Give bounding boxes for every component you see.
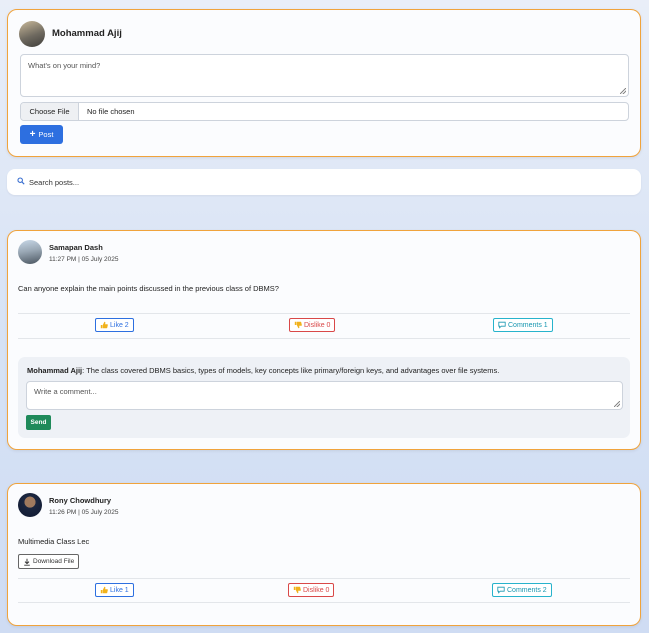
- post-timestamp: 11:26 PM | 05 July 2025: [49, 509, 119, 516]
- resize-handle-icon[interactable]: [614, 401, 620, 407]
- comment: Mohammad Ajij: The class covered DBMS ba…: [27, 366, 499, 375]
- divider: [18, 338, 630, 339]
- post-composer: Mohammad Ajij What's on your mind? Choos…: [7, 9, 641, 157]
- comments-section: Mohammad Ajij: The class covered DBMS ba…: [18, 357, 630, 438]
- comments-count-label: Comments 1: [508, 321, 548, 329]
- plus-icon: +: [29, 128, 36, 140]
- author-avatar: [18, 240, 42, 264]
- download-file-button[interactable]: Download File: [18, 554, 80, 569]
- divider: [18, 578, 630, 579]
- author-avatar: [18, 493, 42, 517]
- file-input[interactable]: Choose File No file chosen: [20, 102, 629, 121]
- like-count-label: Like 2: [110, 321, 129, 329]
- dislike-button[interactable]: Dislike 0: [288, 583, 335, 597]
- thumbs-up-icon: [100, 321, 108, 329]
- resize-handle-icon[interactable]: [620, 88, 626, 94]
- dislike-count-label: Dislike 0: [303, 586, 330, 594]
- user-avatar: [19, 21, 45, 47]
- file-status-text: No file chosen: [87, 107, 135, 116]
- post-timestamp: 11:27 PM | 05 July 2025: [49, 256, 119, 263]
- comments-button[interactable]: Comments 2: [492, 583, 552, 597]
- dislike-count-label: Dislike 0: [304, 321, 331, 329]
- post-button-label: Post: [38, 130, 54, 139]
- post-author: Rony Chowdhury: [49, 496, 112, 505]
- post-author: Samapan Dash: [49, 243, 103, 252]
- comment-author: Mohammad Ajij: [27, 366, 83, 375]
- post-card: Rony Chowdhury 11:26 PM | 05 July 2025 M…: [7, 483, 641, 626]
- post-card: Samapan Dash 11:27 PM | 05 July 2025 Can…: [7, 230, 641, 450]
- search-bar[interactable]: Search posts...: [7, 169, 641, 195]
- post-textarea[interactable]: What's on your mind?: [20, 54, 629, 97]
- choose-file-button[interactable]: Choose File: [21, 103, 79, 120]
- post-button[interactable]: + Post: [20, 125, 63, 144]
- comment-input-placeholder: Write a comment...: [34, 387, 97, 396]
- speech-bubble-icon: [497, 586, 505, 594]
- search-icon: [17, 177, 25, 185]
- download-arrow-icon: [24, 558, 30, 566]
- comment-text: : The class covered DBMS basics, types o…: [82, 366, 500, 375]
- post-text: Multimedia Class Lec: [18, 537, 90, 546]
- thumbs-down-icon: [293, 586, 301, 594]
- comments-count-label: Comments 2: [507, 586, 547, 594]
- composer-user-name: Mohammad Ajij: [52, 28, 122, 39]
- post-textarea-placeholder: What's on your mind?: [28, 61, 101, 70]
- divider: [18, 602, 630, 603]
- speech-bubble-icon: [498, 321, 506, 329]
- download-file-label: Download File: [33, 558, 75, 565]
- like-count-label: Like 1: [110, 586, 129, 594]
- post-text: Can anyone explain the main points discu…: [18, 284, 279, 293]
- like-button[interactable]: Like 2: [95, 318, 134, 332]
- comments-button[interactable]: Comments 1: [493, 318, 553, 332]
- dislike-button[interactable]: Dislike 0: [289, 318, 336, 332]
- thumbs-up-icon: [100, 586, 108, 594]
- search-input[interactable]: Search posts...: [29, 178, 79, 187]
- divider: [18, 313, 630, 314]
- like-button[interactable]: Like 1: [95, 583, 134, 597]
- send-comment-button[interactable]: Send: [26, 415, 51, 430]
- comment-input[interactable]: Write a comment...: [26, 381, 623, 410]
- thumbs-down-icon: [294, 321, 302, 329]
